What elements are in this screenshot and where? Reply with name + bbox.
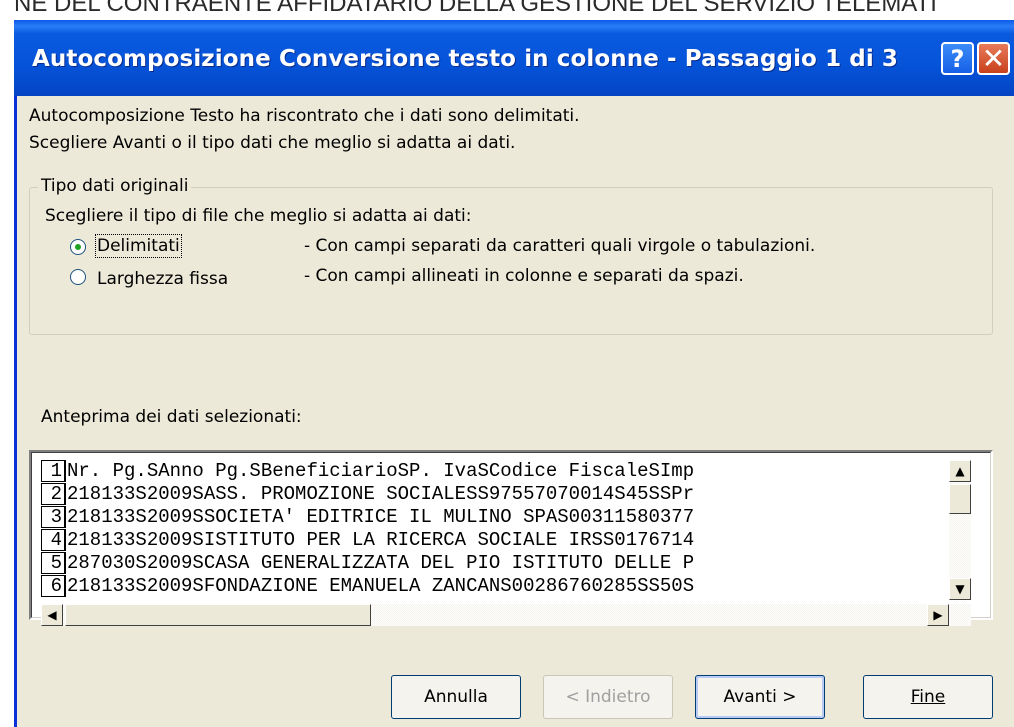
cancel-button[interactable]: Annulla — [391, 675, 521, 719]
intro-line-2: Scegliere Avanti o il tipo dati che megl… — [29, 133, 516, 153]
radio-fixed-width-description: - Con campi allineati in colonne e separ… — [304, 266, 744, 286]
row-text: 218133S2009SASS. PROMOZIONE SOCIALESS975… — [67, 483, 695, 505]
next-button[interactable]: Avanti > — [695, 675, 825, 719]
radio-fixed-width-label[interactable]: Larghezza fissa — [97, 269, 228, 289]
preview-row: 6 218133S2009SFONDAZIONE EMANUELA ZANCANS… — [41, 575, 937, 598]
original-type-group: Tipo dati originali Scegliere il tipo di… — [29, 176, 993, 335]
arrow-left-icon: ◀ — [47, 608, 57, 622]
scroll-up-button[interactable]: ▲ — [949, 460, 971, 482]
row-number: 1 — [41, 460, 66, 482]
horizontal-scroll-thumb[interactable] — [65, 604, 371, 626]
finish-label: Fine — [910, 687, 946, 707]
preview-row: 4 218133S2009SISTITUTO PER LA RICERCA SOC… — [41, 529, 937, 552]
file-type-prompt: Scegliere il tipo di file che meglio si … — [45, 206, 472, 226]
help-icon: ? — [950, 44, 965, 73]
row-text: 218133S2009SFONDAZIONE EMANUELA ZANCANS0… — [67, 575, 695, 597]
row-number: 6 — [41, 575, 66, 597]
intro-line-1: Autocomposizione Testo ha riscontrato ch… — [29, 106, 580, 126]
radio-delimited-description: - Con campi separati da caratteri quali … — [304, 236, 816, 256]
row-text: 287030S2009SCASA GENERALIZZATA DEL PIO I… — [67, 552, 695, 574]
arrow-down-icon: ▼ — [955, 582, 965, 596]
preview-label: Anteprima dei dati selezionati: — [41, 407, 302, 427]
close-icon: ✕ — [981, 42, 1006, 75]
row-text: 218133S2009SSOCIETA' EDITRICE IL MULINO … — [67, 506, 695, 528]
radio-delimited-label[interactable]: Delimitati — [95, 234, 182, 258]
radio-delimited[interactable] — [70, 239, 86, 255]
row-number: 5 — [41, 552, 66, 574]
row-number: 2 — [41, 483, 66, 505]
close-button[interactable]: ✕ — [977, 42, 1010, 75]
preview-row: 2 218133S2009SASS. PROMOZIONE SOCIALESS97… — [41, 483, 937, 506]
vertical-scrollbar[interactable]: ▲ ▼ — [949, 460, 971, 600]
horizontal-scrollbar[interactable]: ◀ ▶ — [41, 604, 971, 626]
background-header-text: NE DEL CONTRAENTE AFFIDATARIO DELLA GEST… — [14, 0, 937, 17]
text-to-columns-dialog: Autocomposizione Conversione testo in co… — [14, 20, 1014, 727]
vertical-scroll-thumb[interactable] — [949, 484, 971, 514]
row-number: 3 — [41, 506, 66, 528]
preview-row: 5 287030S2009SCASA GENERALIZZATA DEL PIO … — [41, 552, 937, 575]
row-number: 4 — [41, 529, 66, 551]
title-bar[interactable]: Autocomposizione Conversione testo in co… — [14, 20, 1014, 96]
scroll-right-button[interactable]: ▶ — [927, 604, 949, 626]
data-preview: 1 Nr. Pg.SAnno Pg.SBeneficiarioSP. IvaSCo… — [29, 450, 993, 626]
preview-row: 3 218133S2009SSOCIETA' EDITRICE IL MULINO… — [41, 506, 937, 529]
radio-fixed-width[interactable] — [70, 269, 86, 285]
radio-selected-dot — [75, 244, 81, 250]
finish-button[interactable]: Fine — [863, 675, 993, 719]
preview-rows: 1 Nr. Pg.SAnno Pg.SBeneficiarioSP. IvaSCo… — [41, 460, 937, 600]
preview-row: 1 Nr. Pg.SAnno Pg.SBeneficiarioSP. IvaSCo… — [41, 460, 937, 483]
help-button[interactable]: ? — [941, 42, 974, 75]
arrow-right-icon: ▶ — [933, 608, 943, 622]
back-button[interactable]: < Indietro — [543, 675, 673, 719]
scroll-down-button[interactable]: ▼ — [949, 578, 971, 600]
arrow-up-icon: ▲ — [955, 464, 965, 478]
scroll-left-button[interactable]: ◀ — [41, 604, 63, 626]
dialog-title: Autocomposizione Conversione testo in co… — [32, 46, 899, 72]
row-text: Nr. Pg.SAnno Pg.SBeneficiarioSP. IvaSCod… — [67, 460, 695, 482]
row-text: 218133S2009SISTITUTO PER LA RICERCA SOCI… — [67, 529, 695, 551]
group-legend: Tipo dati originali — [38, 176, 192, 196]
